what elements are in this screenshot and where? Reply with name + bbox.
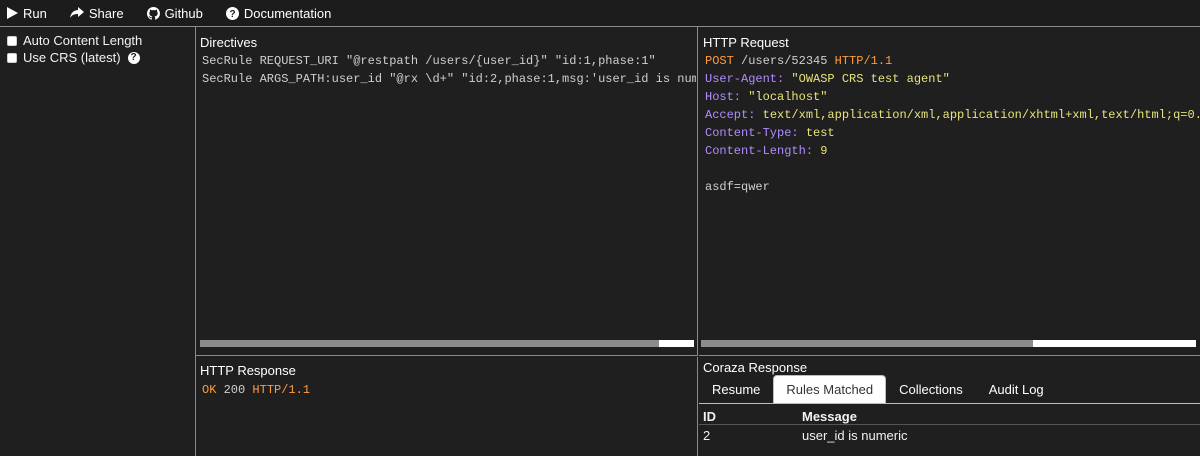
question-circle-icon: ?: [225, 6, 239, 20]
github-label: Github: [164, 5, 203, 21]
tab-resume[interactable]: Resume: [699, 375, 773, 403]
column-header-message: Message: [802, 409, 857, 424]
request-header: User-Agent: "OWASP CRS test agent": [705, 70, 1200, 88]
request-version: HTTP/1.1: [834, 54, 893, 68]
http-response-title: HTTP Response: [200, 363, 296, 378]
use-crs-option[interactable]: Use CRS (latest) ?: [7, 49, 195, 66]
use-crs-label: Use CRS (latest): [23, 50, 121, 65]
header-value: text/xml,application/xml,application/xht…: [755, 108, 1200, 122]
rules-matched-table: ID Message 2 user_id is numeric: [699, 403, 1200, 445]
coraza-response-title: Coraza Response: [703, 360, 808, 375]
header-key: Accept:: [705, 108, 756, 122]
cell-rule-message: user_id is numeric: [802, 428, 908, 443]
play-icon: [7, 7, 18, 19]
header-value: 9: [813, 144, 828, 158]
share-button[interactable]: Share: [69, 0, 124, 26]
svg-text:?: ?: [229, 9, 235, 20]
column-header-id: ID: [703, 409, 716, 424]
request-header: Host: "localhost": [705, 88, 1200, 106]
http-response-panel: HTTP Response OK 200 HTTP/1.1: [196, 357, 698, 456]
header-value: "localhost": [741, 90, 828, 104]
header-key: Content-Length:: [705, 144, 814, 158]
header-key: User-Agent:: [705, 72, 785, 86]
request-blank-line: [705, 160, 1200, 178]
share-icon: [69, 7, 84, 18]
github-button[interactable]: Github: [146, 0, 203, 26]
run-label: Run: [23, 5, 47, 21]
request-method: POST: [705, 54, 734, 68]
header-key: Host:: [705, 90, 742, 104]
documentation-button[interactable]: ? Documentation: [225, 0, 332, 26]
tab-collections[interactable]: Collections: [886, 375, 976, 403]
request-body: asdf=qwer: [705, 180, 770, 194]
response-status-line: OK 200 HTTP/1.1: [202, 381, 310, 399]
request-scrollbar-thumb[interactable]: [701, 340, 1033, 347]
request-horizontal-scrollbar[interactable]: [701, 340, 1196, 347]
request-header: Content-Type: test: [705, 124, 1200, 142]
request-header: Accept: text/xml,application/xml,applica…: [705, 106, 1200, 124]
tab-rules-matched[interactable]: Rules Matched: [773, 375, 887, 403]
directives-editor[interactable]: SecRule REQUEST_URI "@restpath /users/{u…: [202, 52, 696, 88]
directive-line: SecRule REQUEST_URI "@restpath /users/{u…: [202, 54, 656, 68]
http-request-panel: HTTP Request POST /users/52345 HTTP/1.1 …: [699, 27, 1200, 356]
toolbar: Run Share Github ? Documentation: [0, 0, 1200, 27]
request-header: Content-Length: 9: [705, 142, 1200, 160]
directives-horizontal-scrollbar[interactable]: [200, 340, 694, 347]
request-line: POST /users/52345 HTTP/1.1: [705, 52, 1200, 70]
header-value: "OWASP CRS test agent": [784, 72, 950, 86]
request-path: /users/52345: [733, 54, 835, 68]
run-button[interactable]: Run: [7, 0, 47, 26]
cell-rule-id: 2: [703, 428, 711, 443]
directives-panel: Directives SecRule REQUEST_URI "@restpat…: [196, 27, 698, 356]
use-crs-checkbox[interactable]: [7, 52, 17, 63]
auto-content-length-label: Auto Content Length: [23, 33, 143, 48]
github-icon: [146, 6, 160, 20]
table-header-row: ID Message: [699, 404, 1200, 424]
auto-content-length-option[interactable]: Auto Content Length: [7, 32, 195, 49]
header-value: test: [798, 126, 835, 140]
directives-scrollbar-thumb[interactable]: [200, 340, 660, 347]
http-request-editor[interactable]: POST /users/52345 HTTP/1.1 User-Agent: "…: [705, 52, 1200, 196]
share-label: Share: [88, 5, 124, 21]
directives-title: Directives: [200, 35, 258, 50]
table-row: 2 user_id is numeric: [699, 424, 1200, 445]
coraza-tabs: Resume Rules Matched Collections Audit L…: [699, 375, 1057, 403]
response-version: HTTP/1.1: [252, 383, 311, 397]
header-key: Content-Type:: [705, 126, 799, 140]
help-icon[interactable]: ?: [127, 51, 140, 64]
auto-content-length-checkbox[interactable]: [7, 35, 17, 46]
directive-line: SecRule ARGS_PATH:user_id "@rx \d+" "id:…: [202, 72, 696, 86]
response-code: 200: [216, 383, 253, 397]
documentation-label: Documentation: [243, 5, 332, 21]
coraza-response-panel: Coraza Response Resume Rules Matched Col…: [699, 357, 1200, 456]
response-status: OK: [202, 383, 217, 397]
tab-audit-log[interactable]: Audit Log: [976, 375, 1057, 403]
options-sidebar: Auto Content Length Use CRS (latest) ?: [0, 27, 196, 456]
http-request-title: HTTP Request: [703, 35, 789, 50]
